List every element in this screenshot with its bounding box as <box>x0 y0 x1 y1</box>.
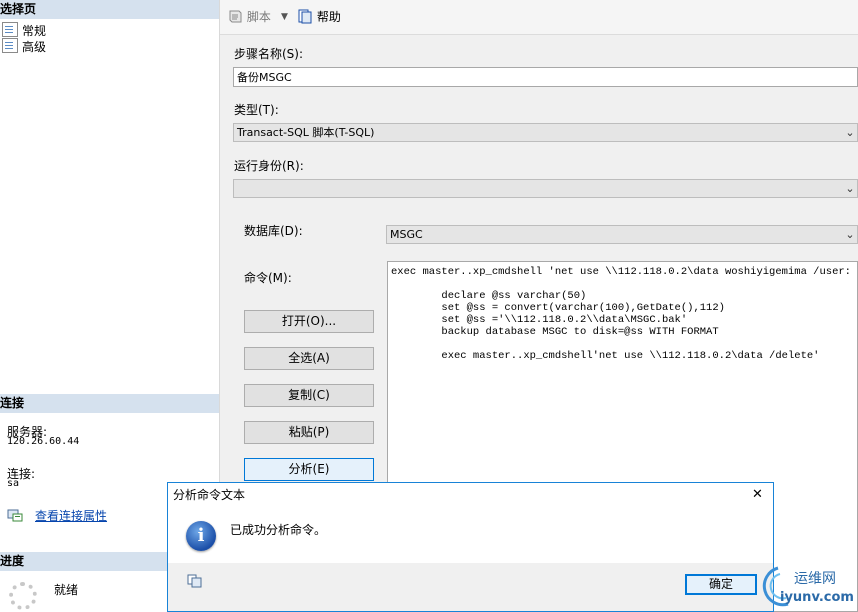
watermark-brand: 运维网 <box>794 571 836 587</box>
help-icon <box>298 9 312 24</box>
paste-button[interactable]: 粘贴(P) <box>244 421 374 444</box>
progress-spinner-icon <box>9 582 37 610</box>
select-page-header: 选择页 <box>0 0 219 19</box>
chevron-down-icon: ⌄ <box>845 228 855 241</box>
connection-properties-icon <box>7 508 23 525</box>
parse-result-dialog: 分析命令文本 ✕ i 已成功分析命令。 确定 <box>167 482 774 612</box>
server-value: 120.26.60.44 <box>7 436 80 447</box>
script-label: 脚本 <box>246 10 271 24</box>
command-line: backup database MSGC to disk=@ss WITH FO… <box>391 326 719 338</box>
help-button[interactable]: 帮助 <box>297 9 341 25</box>
page-icon <box>2 22 18 37</box>
page-icon <box>2 38 18 53</box>
close-icon[interactable]: ✕ <box>752 483 763 507</box>
toolbar: 脚本 ▼ 帮助 <box>220 0 858 35</box>
page-item-label: 高级 <box>22 40 47 54</box>
chevron-down-icon: ⌄ <box>845 182 855 195</box>
script-dropdown-icon[interactable]: ▼ <box>281 9 288 25</box>
database-label: 数据库(D): <box>244 224 303 238</box>
watermark: 运维网 iyunv.com <box>758 562 858 612</box>
dialog-message: 已成功分析命令。 <box>230 523 327 537</box>
open-button[interactable]: 打开(O)... <box>244 310 374 333</box>
copy-button[interactable]: 复制(C) <box>244 384 374 407</box>
command-line: exec master..xp_cmdshell'net use \\112.1… <box>391 350 820 362</box>
connection-header: 连接 <box>0 394 219 413</box>
run-as-label: 运行身份(R): <box>234 159 304 173</box>
watermark-url: iyunv.com <box>780 590 854 605</box>
chevron-down-icon: ⌄ <box>845 126 855 139</box>
page-item-advanced[interactable]: 高级 <box>2 38 46 54</box>
step-name-input[interactable]: 备份MSGC <box>233 67 858 87</box>
step-name-label: 步骤名称(S): <box>234 47 304 61</box>
script-icon <box>229 10 242 23</box>
command-line: exec master..xp_cmdshell 'net use \\112.… <box>391 266 858 278</box>
type-label: 类型(T): <box>234 103 279 117</box>
run-as-select[interactable]: ⌄ <box>233 179 858 198</box>
database-select-value: MSGC <box>390 228 423 241</box>
connection-value: sa <box>7 478 20 489</box>
type-select[interactable]: Transact-SQL 脚本(T-SQL) ⌄ <box>233 123 858 142</box>
parse-button[interactable]: 分析(E) <box>244 458 374 481</box>
view-connection-properties-link[interactable]: 查看连接属性 <box>35 507 107 524</box>
type-select-value: Transact-SQL 脚本(T-SQL) <box>237 126 375 139</box>
copy-message-icon[interactable] <box>187 574 203 591</box>
ok-button[interactable]: 确定 <box>685 574 757 595</box>
database-select[interactable]: MSGC ⌄ <box>386 225 858 244</box>
page-item-label: 常规 <box>22 24 47 38</box>
help-label: 帮助 <box>316 10 341 24</box>
command-line: set @ss ='\\112.118.0.2\\data\MSGC.bak' <box>391 314 688 326</box>
page-item-general[interactable]: 常规 <box>2 22 46 38</box>
info-icon: i <box>186 521 216 551</box>
script-button[interactable]: 脚本 <box>227 9 271 25</box>
dialog-body: i 已成功分析命令。 <box>168 507 773 563</box>
dialog-title: 分析命令文本 <box>173 488 246 502</box>
progress-status: 就绪 <box>54 583 79 597</box>
command-line: set @ss = convert(varchar(100),GetDate()… <box>391 302 725 314</box>
command-line: declare @ss varchar(50) <box>391 290 587 302</box>
dialog-titlebar: 分析命令文本 ✕ <box>168 483 773 507</box>
select-all-button[interactable]: 全选(A) <box>244 347 374 370</box>
command-label: 命令(M): <box>244 271 292 285</box>
